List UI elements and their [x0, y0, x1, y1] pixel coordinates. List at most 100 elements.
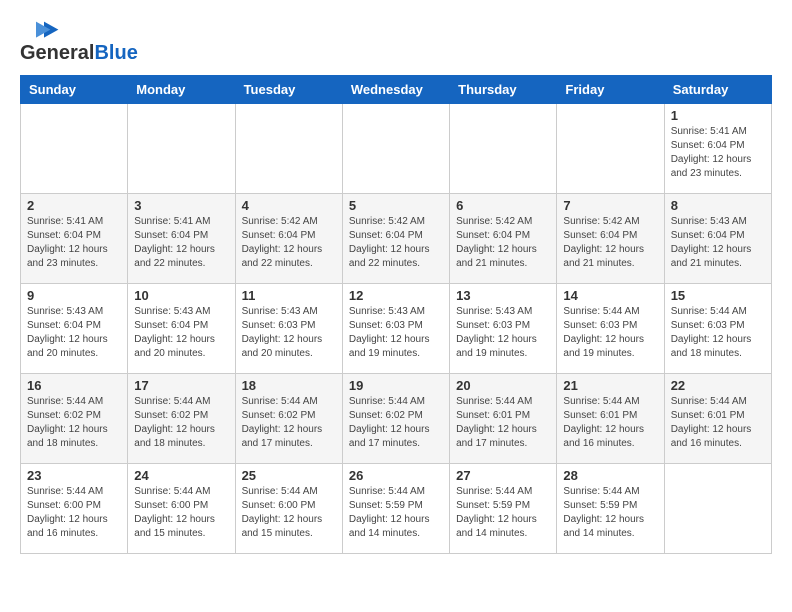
day-number: 21: [563, 378, 657, 393]
day-cell: 11 Sunrise: 5:43 AM Sunset: 6:03 PM Dayli…: [235, 284, 342, 374]
day-info: Sunrise: 5:44 AM Sunset: 5:59 PM Dayligh…: [456, 485, 550, 541]
day-cell: 20 Sunrise: 5:44 AM Sunset: 6:01 PM Dayli…: [450, 374, 557, 464]
day-number: 10: [134, 288, 228, 303]
day-cell: [664, 464, 771, 554]
day-cell: 21 Sunrise: 5:44 AM Sunset: 6:01 PM Dayli…: [557, 374, 664, 464]
day-number: 11: [242, 288, 336, 303]
day-cell: 3Sunrise: 5:41 AM Sunset: 6:04 PM Daylig…: [128, 194, 235, 284]
day-cell: 1 Sunrise: 5:41 AM Sunset: 6:04 PM Daylig…: [664, 104, 771, 194]
day-number: 7: [563, 198, 657, 213]
day-cell: 18 Sunrise: 5:44 AM Sunset: 6:02 PM Dayli…: [235, 374, 342, 464]
day-cell: 19 Sunrise: 5:44 AM Sunset: 6:02 PM Dayli…: [342, 374, 449, 464]
day-info: Sunrise: 5:44 AM Sunset: 6:02 PM Dayligh…: [242, 395, 336, 451]
day-info: Sunrise: 5:44 AM Sunset: 6:00 PM Dayligh…: [134, 485, 228, 541]
day-number: 12: [349, 288, 443, 303]
day-number: 2: [27, 198, 121, 213]
day-cell: 24Sunrise: 5:44 AM Sunset: 6:00 PM Dayli…: [128, 464, 235, 554]
day-info: Sunrise: 5:41 AM Sunset: 6:04 PM Dayligh…: [671, 125, 765, 181]
day-cell: [128, 104, 235, 194]
day-info: Sunrise: 5:43 AM Sunset: 6:04 PM Dayligh…: [671, 215, 765, 271]
day-number: 23: [27, 468, 121, 483]
day-cell: 6 Sunrise: 5:42 AM Sunset: 6:04 PM Daylig…: [450, 194, 557, 284]
week-row-3: 9Sunrise: 5:43 AM Sunset: 6:04 PM Daylig…: [21, 284, 772, 374]
day-info: Sunrise: 5:44 AM Sunset: 6:02 PM Dayligh…: [27, 395, 121, 451]
day-number: 22: [671, 378, 765, 393]
weekday-header-row: SundayMondayTuesdayWednesdayThursdayFrid…: [21, 76, 772, 104]
day-number: 3: [134, 198, 228, 213]
day-info: Sunrise: 5:43 AM Sunset: 6:03 PM Dayligh…: [349, 305, 443, 361]
weekday-header-friday: Friday: [557, 76, 664, 104]
day-number: 8: [671, 198, 765, 213]
day-info: Sunrise: 5:44 AM Sunset: 6:03 PM Dayligh…: [563, 305, 657, 361]
day-info: Sunrise: 5:42 AM Sunset: 6:04 PM Dayligh…: [349, 215, 443, 271]
weekday-header-tuesday: Tuesday: [235, 76, 342, 104]
day-number: 15: [671, 288, 765, 303]
day-number: 28: [563, 468, 657, 483]
header: GeneralBlue: [20, 20, 772, 65]
day-number: 1: [671, 108, 765, 123]
day-cell: [450, 104, 557, 194]
day-info: Sunrise: 5:44 AM Sunset: 5:59 PM Dayligh…: [349, 485, 443, 541]
weekday-header-thursday: Thursday: [450, 76, 557, 104]
day-info: Sunrise: 5:42 AM Sunset: 6:04 PM Dayligh…: [563, 215, 657, 271]
week-row-5: 23 Sunrise: 5:44 AM Sunset: 6:00 PM Dayli…: [21, 464, 772, 554]
day-cell: 16 Sunrise: 5:44 AM Sunset: 6:02 PM Dayli…: [21, 374, 128, 464]
day-info: Sunrise: 5:44 AM Sunset: 6:00 PM Dayligh…: [242, 485, 336, 541]
weekday-header-sunday: Sunday: [21, 76, 128, 104]
day-info: Sunrise: 5:44 AM Sunset: 6:01 PM Dayligh…: [671, 395, 765, 451]
day-info: Sunrise: 5:43 AM Sunset: 6:04 PM Dayligh…: [27, 305, 121, 361]
day-cell: 15 Sunrise: 5:44 AM Sunset: 6:03 PM Dayli…: [664, 284, 771, 374]
day-number: 19: [349, 378, 443, 393]
day-cell: 7 Sunrise: 5:42 AM Sunset: 6:04 PM Daylig…: [557, 194, 664, 284]
logo-general: General: [20, 42, 94, 64]
day-cell: [557, 104, 664, 194]
day-info: Sunrise: 5:44 AM Sunset: 6:00 PM Dayligh…: [27, 485, 121, 541]
day-number: 27: [456, 468, 550, 483]
day-cell: 23 Sunrise: 5:44 AM Sunset: 6:00 PM Dayli…: [21, 464, 128, 554]
day-info: Sunrise: 5:44 AM Sunset: 6:03 PM Dayligh…: [671, 305, 765, 361]
day-cell: 17 Sunrise: 5:44 AM Sunset: 6:02 PM Dayli…: [128, 374, 235, 464]
day-cell: 10 Sunrise: 5:43 AM Sunset: 6:04 PM Dayli…: [128, 284, 235, 374]
day-cell: [342, 104, 449, 194]
day-number: 6: [456, 198, 550, 213]
day-cell: 4 Sunrise: 5:42 AM Sunset: 6:04 PM Daylig…: [235, 194, 342, 284]
day-info: Sunrise: 5:44 AM Sunset: 6:02 PM Dayligh…: [349, 395, 443, 451]
day-info: Sunrise: 5:44 AM Sunset: 6:01 PM Dayligh…: [456, 395, 550, 451]
week-row-1: 1 Sunrise: 5:41 AM Sunset: 6:04 PM Daylig…: [21, 104, 772, 194]
day-info: Sunrise: 5:41 AM Sunset: 6:04 PM Dayligh…: [27, 215, 121, 271]
day-info: Sunrise: 5:42 AM Sunset: 6:04 PM Dayligh…: [456, 215, 550, 271]
day-number: 14: [563, 288, 657, 303]
day-info: Sunrise: 5:43 AM Sunset: 6:03 PM Dayligh…: [242, 305, 336, 361]
logo-icon: [20, 20, 60, 40]
day-number: 18: [242, 378, 336, 393]
day-cell: 25 Sunrise: 5:44 AM Sunset: 6:00 PM Dayli…: [235, 464, 342, 554]
weekday-header-saturday: Saturday: [664, 76, 771, 104]
day-cell: 26Sunrise: 5:44 AM Sunset: 5:59 PM Dayli…: [342, 464, 449, 554]
logo-text: GeneralBlue: [20, 42, 138, 65]
day-info: Sunrise: 5:44 AM Sunset: 6:02 PM Dayligh…: [134, 395, 228, 451]
day-cell: 8 Sunrise: 5:43 AM Sunset: 6:04 PM Daylig…: [664, 194, 771, 284]
day-number: 17: [134, 378, 228, 393]
day-number: 25: [242, 468, 336, 483]
day-number: 16: [27, 378, 121, 393]
logo-blue: Blue: [94, 42, 137, 64]
day-info: Sunrise: 5:44 AM Sunset: 6:01 PM Dayligh…: [563, 395, 657, 451]
weekday-header-wednesday: Wednesday: [342, 76, 449, 104]
day-cell: 9Sunrise: 5:43 AM Sunset: 6:04 PM Daylig…: [21, 284, 128, 374]
day-cell: 14 Sunrise: 5:44 AM Sunset: 6:03 PM Dayli…: [557, 284, 664, 374]
day-cell: 2 Sunrise: 5:41 AM Sunset: 6:04 PM Daylig…: [21, 194, 128, 284]
weekday-header-monday: Monday: [128, 76, 235, 104]
day-info: Sunrise: 5:43 AM Sunset: 6:04 PM Dayligh…: [134, 305, 228, 361]
week-row-2: 2 Sunrise: 5:41 AM Sunset: 6:04 PM Daylig…: [21, 194, 772, 284]
day-number: 13: [456, 288, 550, 303]
day-info: Sunrise: 5:42 AM Sunset: 6:04 PM Dayligh…: [242, 215, 336, 271]
day-number: 20: [456, 378, 550, 393]
logo: GeneralBlue: [20, 20, 138, 65]
day-cell: 27 Sunrise: 5:44 AM Sunset: 5:59 PM Dayli…: [450, 464, 557, 554]
day-cell: 28Sunrise: 5:44 AM Sunset: 5:59 PM Dayli…: [557, 464, 664, 554]
day-cell: 22 Sunrise: 5:44 AM Sunset: 6:01 PM Dayli…: [664, 374, 771, 464]
day-number: 4: [242, 198, 336, 213]
calendar-table: SundayMondayTuesdayWednesdayThursdayFrid…: [20, 75, 772, 554]
day-number: 5: [349, 198, 443, 213]
day-cell: [235, 104, 342, 194]
